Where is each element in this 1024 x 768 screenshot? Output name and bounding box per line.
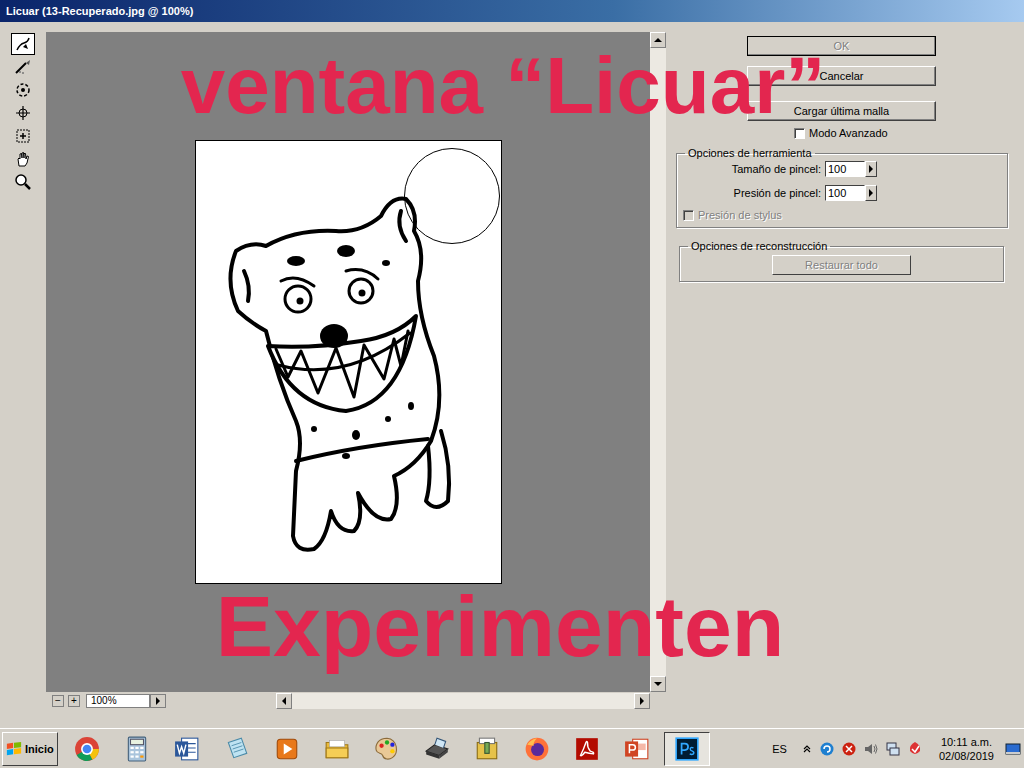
group-title: Opciones de reconstrucción	[688, 240, 830, 252]
twirl-icon	[14, 81, 32, 99]
show-hidden-icons-icon[interactable]	[801, 741, 813, 757]
slider-toggle-button[interactable]	[865, 185, 877, 201]
show-desktop-icon[interactable]	[1004, 741, 1022, 757]
window-title: Licuar (13-Recuperado.jpg @ 100%)	[6, 5, 193, 17]
network-icon[interactable]	[885, 741, 901, 757]
group-title: Opciones de herramienta	[685, 147, 815, 159]
archive-icon	[474, 736, 500, 762]
taskbar-app-button[interactable]	[164, 732, 210, 766]
bloat-icon	[14, 127, 32, 145]
pucker-icon	[14, 104, 32, 122]
cartoon-dog-drawing	[196, 141, 501, 583]
brush-cursor	[404, 148, 500, 244]
paint-icon	[374, 736, 400, 762]
scroll-down-button[interactable]	[650, 676, 666, 692]
overlay-footer: Experimenten	[150, 576, 850, 676]
tool-button[interactable]	[11, 79, 35, 101]
language-indicator[interactable]: ES	[772, 743, 787, 755]
taskbar-app-button[interactable]	[64, 732, 110, 766]
value-field[interactable]: 100	[825, 185, 865, 201]
word-icon	[174, 736, 200, 762]
photoshop-icon	[674, 736, 700, 762]
zoom-bar: −+100%	[46, 692, 666, 710]
scroll-right-button[interactable]	[634, 693, 650, 709]
system-tray: ES 10:11 a.m.02/08/2019	[772, 735, 1024, 763]
zoom-out-button[interactable]: −	[52, 695, 64, 707]
windows-flag-icon	[5, 741, 23, 757]
checkbox-box[interactable]	[683, 210, 694, 221]
taskbar-app-button[interactable]	[114, 732, 160, 766]
zoom-menu-button[interactable]	[150, 694, 166, 708]
tool-bar	[0, 22, 46, 722]
stylus-checkbox[interactable]: Presión de stylus	[677, 209, 1007, 221]
hand-icon	[14, 150, 32, 168]
scanner-icon	[424, 736, 450, 762]
taskbar-app-button[interactable]	[214, 732, 260, 766]
tool-button[interactable]	[11, 125, 35, 147]
horizontal-scrollbar[interactable]	[276, 693, 650, 709]
taskbar-app-button[interactable]	[514, 732, 560, 766]
taskbar: Inicio ES 10:11 a.m.02/08/2019	[0, 728, 1024, 768]
firefox-icon	[524, 736, 550, 762]
antivirus-icon[interactable]	[907, 741, 923, 757]
speaker-icon[interactable]	[863, 741, 879, 757]
security-icon[interactable]	[841, 741, 857, 757]
zoom-field[interactable]: 100%	[86, 694, 150, 708]
powerpoint-icon	[624, 736, 650, 762]
acrobat-icon	[574, 736, 600, 762]
taskbar-app-button[interactable]	[564, 732, 610, 766]
tool-button[interactable]	[11, 56, 35, 78]
taskbar-app-button[interactable]	[664, 732, 710, 766]
taskbar-app-button[interactable]	[614, 732, 660, 766]
option-row: Tamaño de pincel:100	[677, 161, 1007, 177]
tool-button[interactable]	[11, 171, 35, 193]
taskbar-app-button[interactable]	[314, 732, 360, 766]
taskbar-app-button[interactable]	[464, 732, 510, 766]
calc-icon	[124, 736, 150, 762]
zoom-icon	[14, 173, 32, 191]
folder-icon	[324, 736, 350, 762]
clock[interactable]: 10:11 a.m.02/08/2019	[935, 735, 998, 763]
zoom-in-button[interactable]: +	[68, 695, 80, 707]
taskbar-app-button[interactable]	[364, 732, 410, 766]
title-bar: Licuar (13-Recuperado.jpg @ 100%)	[0, 0, 1024, 22]
advanced-mode-checkbox[interactable]: Modo Avanzado	[794, 127, 1024, 139]
chrome-icon	[74, 736, 100, 762]
start-button[interactable]: Inicio	[2, 732, 58, 766]
tool-button[interactable]	[11, 102, 35, 124]
tool-button[interactable]	[11, 148, 35, 170]
slider-toggle-button[interactable]	[865, 161, 877, 177]
option-row: Presión de pincel:100	[677, 185, 1007, 201]
tool-options-group: Opciones de herramienta Tamaño de pincel:…	[676, 147, 1008, 228]
reconstruct-icon	[14, 58, 32, 76]
taskbar-app-button[interactable]	[264, 732, 310, 766]
screen: Licuar (13-Recuperado.jpg @ 100%) −+100% O…	[0, 0, 1024, 768]
forward-warp-icon	[14, 35, 32, 53]
reconstruction-options-group: Opciones de reconstrucción Restaurar todo	[679, 240, 1004, 282]
media-icon	[274, 736, 300, 762]
scroll-left-button[interactable]	[276, 693, 292, 709]
taskbar-app-button[interactable]	[414, 732, 460, 766]
overlay-heading: ventana “Licuar”	[108, 40, 898, 132]
update-icon[interactable]	[819, 741, 835, 757]
value-field[interactable]: 100	[825, 161, 865, 177]
preview-image[interactable]	[196, 141, 501, 583]
restore-all-button[interactable]: Restaurar todo	[772, 255, 911, 275]
notes-icon	[224, 736, 250, 762]
tool-button[interactable]	[11, 33, 35, 55]
